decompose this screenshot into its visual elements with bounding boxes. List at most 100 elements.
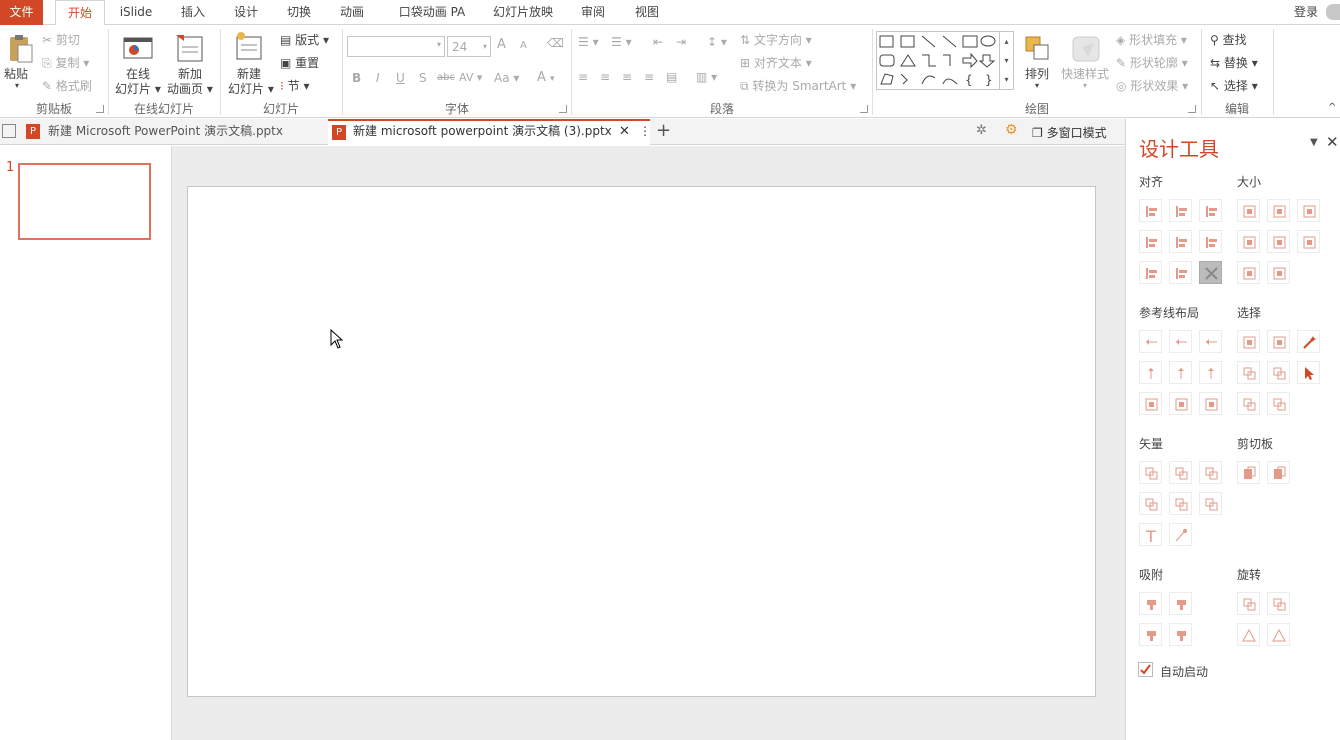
select-tool-3-button[interactable] [1297,330,1320,353]
arrange-icon[interactable] [1022,33,1054,65]
settings-gear-icon[interactable]: ⚙ [1005,122,1018,138]
text-shadow-button[interactable]: S [419,71,427,85]
tab-menu-icon[interactable]: ⋮ [639,119,651,144]
tab-home[interactable]: 开始 [55,0,105,26]
char-spacing-button[interactable]: AV ▾ [459,71,482,84]
new-tab-icon[interactable]: + [656,120,671,142]
close-tab-icon[interactable]: ✕ [619,119,630,144]
pin-icon[interactable]: ✲ [976,123,987,138]
shapes-gallery[interactable]: {} ▴ ▾ ▾ [876,31,1014,90]
select-tool-1-button[interactable] [1237,330,1260,353]
align-tool-1-button[interactable] [1139,199,1162,222]
tab-design[interactable]: 设计 [226,0,266,25]
align-tool-7-button[interactable] [1139,261,1162,284]
guide-tool-5-button[interactable] [1169,361,1192,384]
increase-indent-icon[interactable]: ⇥ [676,35,686,49]
grow-font-button[interactable]: A [497,37,506,52]
section-button[interactable]: ⁝ 节 ▾ [280,77,310,94]
distribute-icon[interactable]: ▤ [666,70,677,84]
slide-thumbnail[interactable] [18,163,151,240]
align-tool-2-button[interactable] [1169,199,1192,222]
justify-icon[interactable]: ≡ [644,70,654,84]
clipboard-launcher-icon[interactable] [96,105,104,113]
size-tool-6-button[interactable] [1297,230,1320,253]
quick-styles-button[interactable]: 快速样式 [1061,65,1109,82]
vector-pen-button[interactable] [1169,523,1192,546]
select-tool-7-button[interactable] [1237,392,1260,415]
tab-islide[interactable]: iSlide [113,0,159,25]
size-tool-3-button[interactable] [1297,199,1320,222]
new-animation-page-icon[interactable] [174,33,206,65]
snap-tool-2-button[interactable] [1169,592,1192,615]
guide-tool-8-button[interactable] [1169,392,1192,415]
align-tool-4-button[interactable] [1139,230,1162,253]
guide-tool-3-button[interactable] [1199,330,1222,353]
align-left-icon[interactable]: ≡ [578,70,588,84]
cut-button[interactable]: ✂ 剪切 [42,31,80,48]
quick-styles-icon[interactable] [1070,33,1102,65]
vector-tool-3-button[interactable] [1199,461,1222,484]
clipboard-paste-button[interactable] [1267,461,1290,484]
rotate-tool-1-button[interactable] [1237,592,1260,615]
shape-effects-button[interactable]: ◎ 形状效果 ▾ [1116,77,1188,94]
tab-review[interactable]: 审阅 [573,0,613,25]
tab-transitions[interactable]: 切换 [279,0,319,25]
strikethrough-button[interactable]: abc [437,72,455,83]
line-spacing-icon[interactable]: ↕ ▾ [707,35,727,49]
align-tool-3-button[interactable] [1199,199,1222,222]
align-tool-5-button[interactable] [1169,230,1192,253]
rotate-tool-3-button[interactable] [1237,623,1260,646]
rotate-tool-4-button[interactable] [1267,623,1290,646]
size-tool-8-button[interactable] [1267,261,1290,284]
drawing-launcher-icon[interactable] [1188,105,1196,113]
guide-tool-4-button[interactable] [1139,361,1162,384]
text-direction-button[interactable]: ⇅ 文字方向 ▾ [740,31,812,48]
align-center-icon[interactable]: ≡ [600,70,610,84]
guide-tool-2-button[interactable] [1169,330,1192,353]
align-right-icon[interactable]: ≡ [622,70,632,84]
rotate-tool-2-button[interactable] [1267,592,1290,615]
shape-fill-button[interactable]: ◈ 形状填充 ▾ [1116,31,1187,48]
font-size-select[interactable]: 24 ▾ [447,36,491,57]
select-tool-4-button[interactable] [1237,361,1260,384]
tab-slideshow[interactable]: 幻灯片放映 [487,0,559,25]
guide-tool-9-button[interactable] [1199,392,1222,415]
guide-tool-6-button[interactable] [1199,361,1222,384]
vector-tool-2-button[interactable] [1169,461,1192,484]
layout-button[interactable]: ▤ 版式 ▾ [280,31,329,48]
reset-button[interactable]: ▣ 重置 [280,54,319,71]
doc-tab-2[interactable]: P 新建 microsoft powerpoint 演示文稿 (3).pptx … [328,119,651,145]
vector-tool-5-button[interactable] [1169,492,1192,515]
guide-tool-1-button[interactable] [1139,330,1162,353]
numbering-icon[interactable]: ☰ ▾ [611,35,632,49]
paste-button[interactable]: 粘贴 [4,65,28,82]
shrink-font-button[interactable]: A [520,40,527,51]
size-tool-5-button[interactable] [1267,230,1290,253]
arrange-button[interactable]: 排列 [1025,65,1049,82]
tab-pocket-animation[interactable]: 口袋动画 PA [390,0,474,25]
select-tool-5-button[interactable] [1267,361,1290,384]
font-family-select[interactable]: ▾ [347,36,445,57]
select-tool-8-button[interactable] [1267,392,1290,415]
login-link[interactable]: 登录 [1285,0,1327,25]
size-tool-1-button[interactable] [1237,199,1260,222]
underline-button[interactable]: U [396,71,405,85]
new-slide-icon[interactable] [233,31,265,63]
new-slide-button[interactable]: 幻灯片 ▾ [228,80,274,97]
align-tool-8-button[interactable] [1169,261,1192,284]
tab-insert[interactable]: 插入 [173,0,213,25]
bullets-icon[interactable]: ☰ ▾ [578,35,599,49]
paragraph-launcher-icon[interactable] [860,105,868,113]
tab-animations[interactable]: 动画 [332,0,372,25]
online-slides-button[interactable]: 幻灯片 ▾ [115,80,161,97]
collapse-ribbon-icon[interactable]: ^ [1328,102,1336,113]
bold-button[interactable]: B [352,71,361,85]
convert-smartart-button[interactable]: ⧉ 转换为 SmartArt ▾ [740,77,856,94]
online-slides-icon[interactable] [122,33,154,65]
font-launcher-icon[interactable] [559,105,567,113]
snap-tool-1-button[interactable] [1139,592,1162,615]
vector-tool-1-button[interactable] [1139,461,1162,484]
snap-tool-3-button[interactable] [1139,623,1162,646]
shape-outline-button[interactable]: ✎ 形状轮廓 ▾ [1116,54,1188,71]
clear-formatting-icon[interactable]: ⌫ [547,36,564,50]
